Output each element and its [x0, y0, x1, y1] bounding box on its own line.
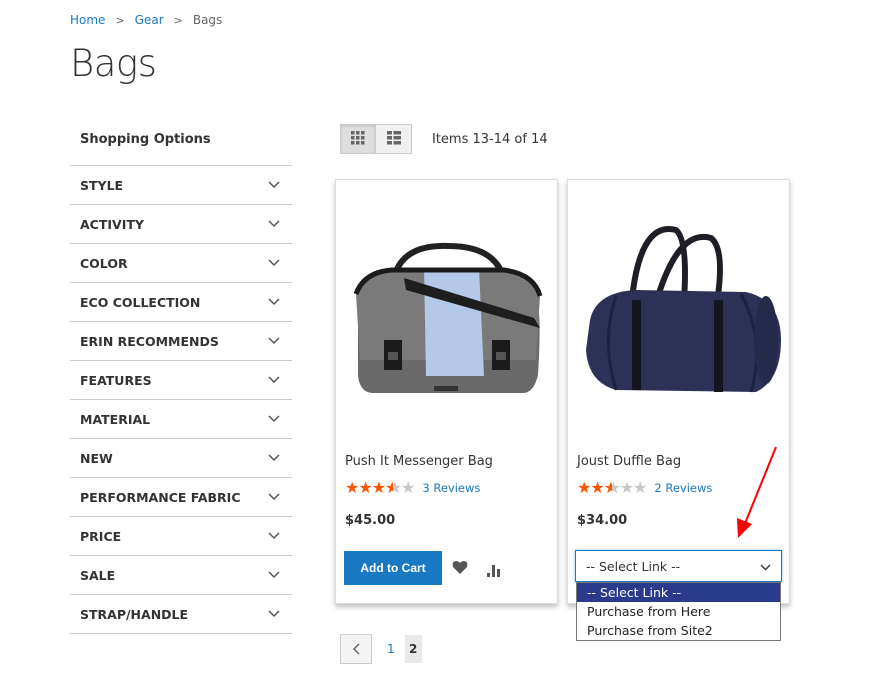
chevron-down-icon	[760, 559, 771, 574]
filter-sale[interactable]: SALE	[70, 556, 292, 595]
filter-color[interactable]: COLOR	[70, 244, 292, 283]
filter-label: ECO COLLECTION	[80, 294, 201, 310]
select-option[interactable]: -- Select Link --	[577, 583, 780, 602]
filter-material[interactable]: MATERIAL	[70, 400, 292, 439]
filter-label: NEW	[80, 450, 113, 466]
chevron-down-icon	[268, 257, 280, 269]
filter-label: PRICE	[80, 528, 122, 544]
chevron-down-icon	[268, 530, 280, 542]
list-mode-button[interactable]	[376, 124, 412, 154]
product-rating: ★★★★★★ 2 Reviews	[577, 480, 712, 496]
filter-strap-handle[interactable]: STRAP/HANDLE	[70, 595, 292, 634]
select-link-value: -- Select Link --	[586, 558, 681, 574]
product-price: $34.00	[577, 513, 628, 528]
filter-label: ERIN RECOMMENDS	[80, 333, 219, 349]
chevron-down-icon	[268, 452, 280, 464]
filter-performance-fabric[interactable]: PERFORMANCE FABRIC	[70, 478, 292, 517]
filter-features[interactable]: FEATURES	[70, 361, 292, 400]
filter-price[interactable]: PRICE	[70, 517, 292, 556]
current-page: 2	[404, 635, 422, 663]
breadcrumb-separator: >	[173, 13, 183, 27]
select-link-options: -- Select Link -- Purchase from Here Pur…	[576, 582, 781, 641]
compare-icon[interactable]	[487, 562, 503, 581]
sidebar-filters: Shopping Options STYLE ACTIVITY COLOR EC…	[70, 120, 292, 634]
select-option[interactable]: Purchase from Site2	[577, 621, 780, 640]
filter-label: SALE	[80, 567, 116, 583]
breadcrumb-separator: >	[115, 13, 125, 27]
heart-icon[interactable]	[452, 560, 468, 579]
products-toolbar: Items 13-14 of 14	[340, 124, 548, 154]
pagination: 1 2	[340, 634, 422, 664]
product-card[interactable]: Push It Messenger Bag ★★★★★★ 3 Reviews $…	[335, 179, 558, 604]
reviews-link[interactable]: 3 Reviews	[422, 481, 480, 495]
select-link-dropdown[interactable]: -- Select Link --	[575, 550, 782, 582]
add-to-cart-button[interactable]: Add to Cart	[344, 551, 442, 585]
filter-eco-collection[interactable]: ECO COLLECTION	[70, 283, 292, 322]
filter-label: PERFORMANCE FABRIC	[80, 489, 241, 505]
page-title: Bags	[70, 42, 157, 85]
filter-label: COLOR	[80, 255, 128, 271]
breadcrumb-home-link[interactable]: Home	[70, 13, 105, 27]
chevron-down-icon	[268, 179, 280, 191]
filter-erin-recommends[interactable]: ERIN RECOMMENDS	[70, 322, 292, 361]
chevron-left-icon	[352, 640, 360, 659]
chevron-down-icon	[268, 608, 280, 620]
reviews-link[interactable]: 2 Reviews	[654, 481, 712, 495]
chevron-down-icon	[268, 296, 280, 308]
select-option[interactable]: Purchase from Here	[577, 602, 780, 621]
filter-label: FEATURES	[80, 372, 152, 388]
rating-stars: ★★★★★★	[345, 478, 415, 497]
grid-mode-button[interactable]	[340, 124, 376, 154]
chevron-down-icon	[268, 413, 280, 425]
toolbar-amount: Items 13-14 of 14	[432, 131, 548, 147]
page-1-link[interactable]: 1	[387, 642, 395, 656]
breadcrumb: Home > Gear > Bags	[70, 13, 222, 27]
breadcrumb-current: Bags	[192, 13, 223, 27]
sidebar-title: Shopping Options	[70, 120, 292, 166]
product-image[interactable]	[576, 200, 781, 440]
filter-activity[interactable]: ACTIVITY	[70, 205, 292, 244]
chevron-down-icon	[268, 335, 280, 347]
filter-label: STYLE	[80, 177, 124, 193]
product-image[interactable]	[344, 200, 549, 440]
previous-page-button[interactable]	[340, 634, 372, 664]
product-name-link[interactable]: Push It Messenger Bag	[345, 454, 493, 469]
grid-view-icon	[351, 130, 365, 149]
product-card[interactable]: Joust Duffle Bag ★★★★★★ 2 Reviews $34.00	[567, 179, 790, 604]
product-name-link[interactable]: Joust Duffle Bag	[577, 454, 681, 469]
product-rating: ★★★★★★ 3 Reviews	[345, 480, 480, 496]
breadcrumb-gear-link[interactable]: Gear	[135, 13, 164, 27]
rating-stars: ★★★★★★	[577, 478, 647, 497]
filter-label: STRAP/HANDLE	[80, 606, 189, 622]
chevron-down-icon	[268, 491, 280, 503]
filter-label: ACTIVITY	[80, 216, 144, 232]
filter-new[interactable]: NEW	[70, 439, 292, 478]
chevron-down-icon	[268, 218, 280, 230]
list-view-icon	[386, 130, 401, 149]
chevron-down-icon	[268, 569, 280, 581]
filter-label: MATERIAL	[80, 411, 151, 427]
product-price: $45.00	[345, 513, 396, 528]
filter-style[interactable]: STYLE	[70, 166, 292, 205]
chevron-down-icon	[268, 374, 280, 386]
